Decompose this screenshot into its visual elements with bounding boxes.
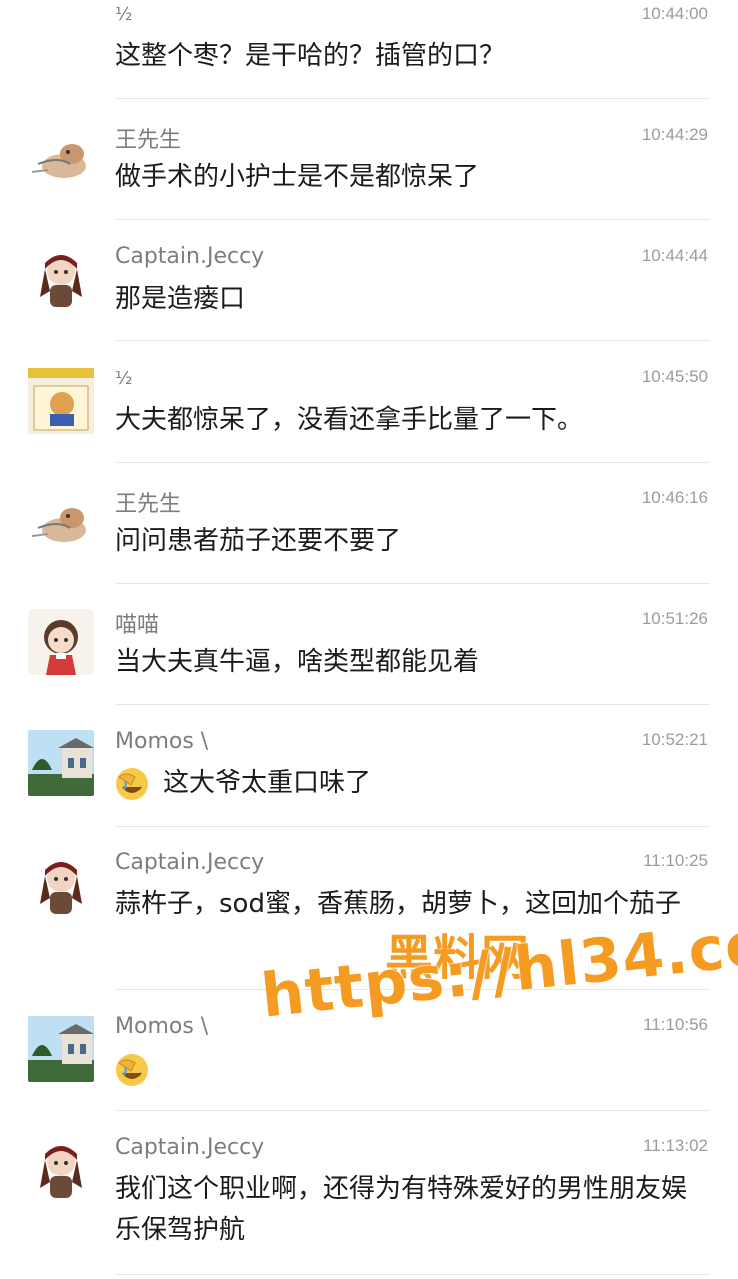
message-text[interactable]: 当大夫真牛逼，啥类型都能见着 [115, 642, 710, 683]
avatar[interactable] [28, 730, 94, 796]
message-time: 11:10:56 [643, 1015, 708, 1034]
chinese-building-icon [28, 730, 94, 796]
divider [115, 1110, 710, 1111]
divider [115, 98, 710, 99]
message-time: 10:46:16 [641, 488, 708, 507]
sender-name[interactable]: ½ [115, 368, 132, 389]
avatar[interactable] [28, 124, 94, 190]
sender-name[interactable]: Captain.Jeccy [115, 850, 264, 875]
avatar[interactable] [28, 1016, 94, 1082]
message-text-content: 这大爷太重口味了 [163, 768, 372, 798]
divider [115, 583, 710, 584]
sender-name[interactable]: 王先生 [115, 122, 181, 154]
avatar[interactable] [28, 368, 94, 434]
avatar[interactable] [28, 247, 94, 313]
cat-sticker-icon [28, 488, 94, 554]
avatar[interactable] [28, 854, 94, 920]
message-text[interactable]: 问问患者茄子还要不要了 [115, 521, 710, 562]
divider [115, 1274, 710, 1275]
divider [115, 219, 710, 220]
avatar[interactable] [28, 488, 94, 554]
message-text[interactable]: 我们这个职业啊，还得为有特殊爱好的男性朋友娱乐保驾护航 [115, 1169, 705, 1251]
message-text[interactable]: 做手术的小护士是不是都惊呆了 [115, 157, 710, 198]
message-time: 10:51:26 [641, 609, 708, 628]
message-text[interactable]: 大夫都惊呆了，没看还拿手比量了一下。 [115, 400, 710, 441]
message-time: 11:13:02 [643, 1136, 708, 1155]
sender-name[interactable]: Captain.Jeccy [115, 1135, 264, 1160]
message-time: 10:44:29 [641, 125, 708, 144]
avatar[interactable] [28, 609, 94, 675]
message-time: 10:52:21 [641, 730, 708, 749]
divider [115, 462, 710, 463]
divider [115, 704, 710, 705]
pirate-girl-icon [28, 1138, 94, 1204]
message-time: 10:44:44 [641, 246, 708, 265]
sender-name[interactable]: ½ [115, 4, 132, 25]
sender-name[interactable]: Momos \ [115, 729, 208, 754]
divider [115, 826, 710, 827]
message-text[interactable] [115, 1049, 710, 1090]
chibi-girl-icon [28, 609, 94, 675]
sender-name[interactable]: Captain.Jeccy [115, 244, 264, 269]
message-time: 10:44:00 [641, 4, 708, 23]
sender-name[interactable]: 王先生 [115, 486, 181, 518]
divider [115, 340, 710, 341]
sender-name[interactable]: Momos \ [115, 1014, 208, 1039]
facepalm-emoji-icon [116, 1053, 148, 1086]
message-text[interactable]: 这整个枣？是干哈的？插管的口？ [115, 36, 710, 77]
avatar[interactable] [28, 1138, 94, 1204]
cat-sticker-icon [28, 124, 94, 190]
message-text[interactable]: 这大爷太重口味了 [115, 763, 710, 804]
pirate-girl-icon [28, 854, 94, 920]
message-text[interactable]: 那是造瘘口 [115, 279, 710, 320]
message-time: 11:10:25 [643, 851, 708, 870]
facepalm-emoji-icon [116, 767, 148, 800]
chinese-building-icon [28, 1016, 94, 1082]
message-time: 10:45:50 [641, 367, 708, 386]
cartoon-book-icon [28, 368, 94, 434]
pirate-girl-icon [28, 247, 94, 313]
sender-name[interactable]: 喵喵 [115, 607, 159, 639]
